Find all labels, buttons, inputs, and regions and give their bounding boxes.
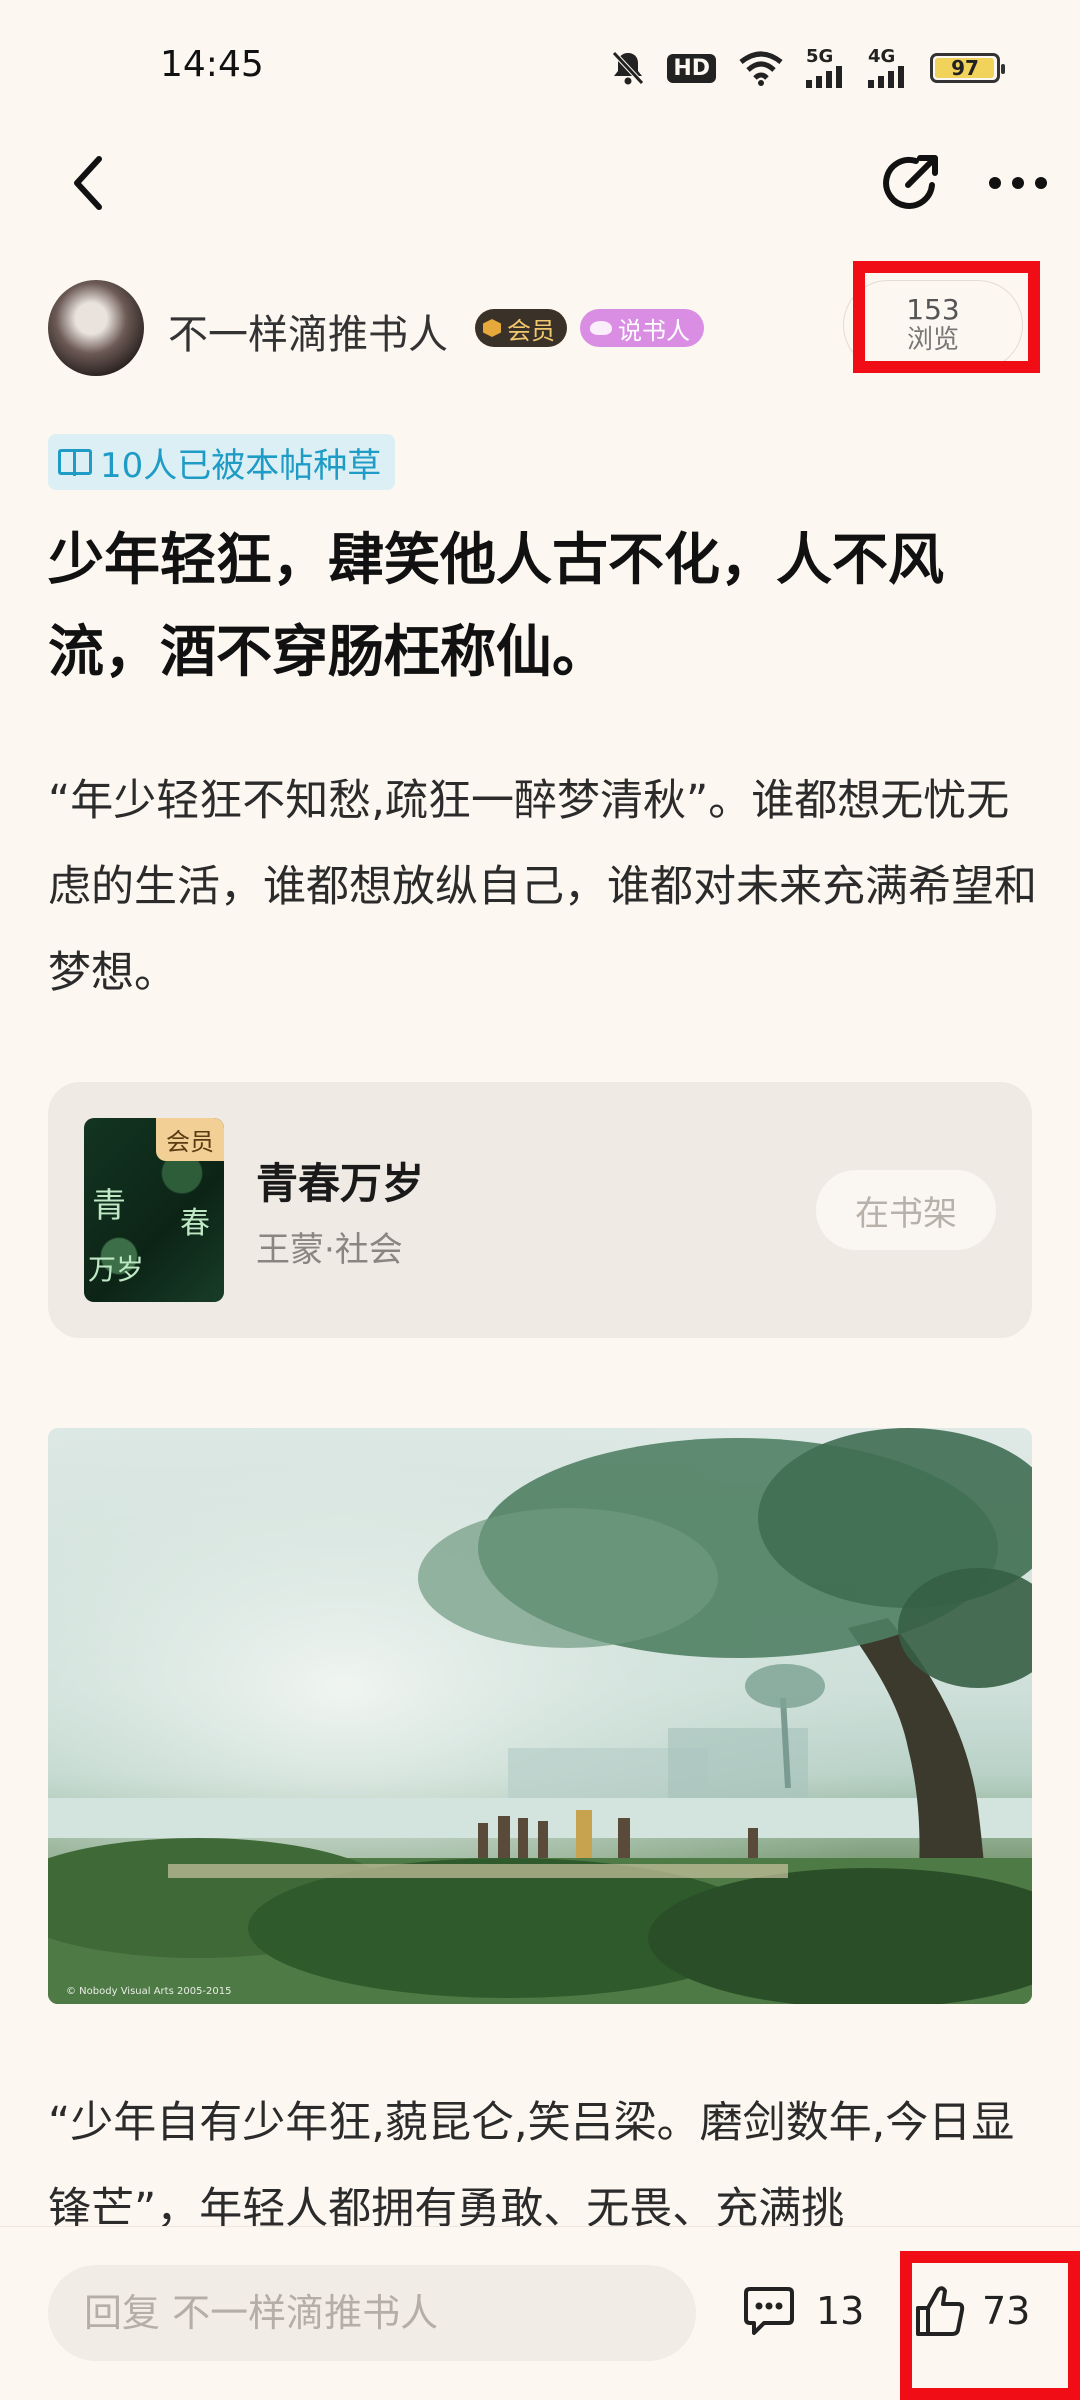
vip-badge: 会员 — [475, 309, 567, 347]
cover-char: 青 — [92, 1186, 126, 1226]
post-title: 少年轻狂，肆笑他人古不化，人不风流，酒不穿肠枉称仙。 — [48, 528, 944, 685]
battery-level: 97 — [951, 56, 979, 80]
top-nav — [0, 140, 1080, 230]
landscape-illustration: © Nobody Visual Arts 2005-2015 — [48, 1428, 1032, 2004]
back-button[interactable] — [52, 148, 122, 218]
avatar[interactable] — [48, 280, 144, 376]
vip-badge-label: 会员 — [507, 316, 555, 345]
vip-hex-icon — [483, 319, 501, 337]
signal-4g: 4G — [868, 48, 908, 88]
signal-bars-icon — [868, 66, 904, 88]
share-icon — [883, 155, 938, 209]
post-image[interactable]: © Nobody Visual Arts 2005-2015 — [48, 1428, 1032, 2004]
cover-vip-badge: 会员 — [156, 1118, 224, 1161]
chevron-left-icon — [74, 156, 102, 210]
status-bar: 14:45 HD 5G 4G 97 — [0, 0, 1080, 120]
book-open-icon — [58, 449, 92, 476]
net-label-5g: 5G — [806, 46, 834, 67]
reply-input[interactable] — [48, 2265, 696, 2361]
author-name[interactable]: 不一样滴推书人 — [168, 302, 448, 360]
share-button[interactable] — [872, 145, 948, 221]
storyteller-icon — [590, 321, 612, 335]
comment-button[interactable]: 13 — [742, 2271, 864, 2351]
more-dots-icon — [989, 177, 1047, 189]
hd-badge: HD — [667, 53, 716, 83]
signal-5g: 5G — [806, 48, 846, 88]
on-shelf-button[interactable]: 在书架 — [816, 1170, 996, 1250]
mute-bell-icon — [612, 51, 645, 85]
highlight-box-views — [853, 261, 1040, 373]
recommend-tag-label: 10人已被本帖种草 — [100, 445, 382, 486]
cover-char: 春 — [180, 1206, 210, 1241]
photo-caption: © Nobody Visual Arts 2005-2015 — [66, 1986, 232, 1997]
battery-icon: 97 — [930, 53, 1005, 83]
storyteller-badge-label: 说书人 — [618, 316, 690, 345]
book-meta: 王蒙·社会 — [256, 1230, 403, 1270]
highlight-box-likes — [900, 2251, 1080, 2400]
cover-char: 万岁 — [88, 1253, 145, 1286]
book-title[interactable]: 青春万岁 — [256, 1150, 424, 1211]
book-card[interactable]: 会员 青 春 万岁 青春万岁 王蒙·社会 在书架 — [48, 1082, 1032, 1338]
status-time: 14:45 — [160, 44, 264, 85]
comment-count: 13 — [816, 2289, 865, 2333]
book-cover[interactable]: 会员 青 春 万岁 — [84, 1118, 224, 1302]
storyteller-badge: 说书人 — [580, 309, 704, 347]
status-icons: HD 5G 4G 97 — [611, 46, 1005, 90]
recommend-tag[interactable]: 10人已被本帖种草 — [48, 434, 396, 490]
post-paragraph: “年少轻狂不知愁,疏狂一醉梦清秋”。谁都想无忧无虑的生活，谁都想放纵自己，谁都对… — [48, 776, 1037, 998]
comment-icon — [744, 2287, 794, 2335]
net-label-4g: 4G — [868, 46, 896, 67]
signal-bars-icon — [806, 66, 842, 88]
more-button[interactable] — [978, 148, 1058, 218]
wifi-icon — [739, 51, 783, 86]
